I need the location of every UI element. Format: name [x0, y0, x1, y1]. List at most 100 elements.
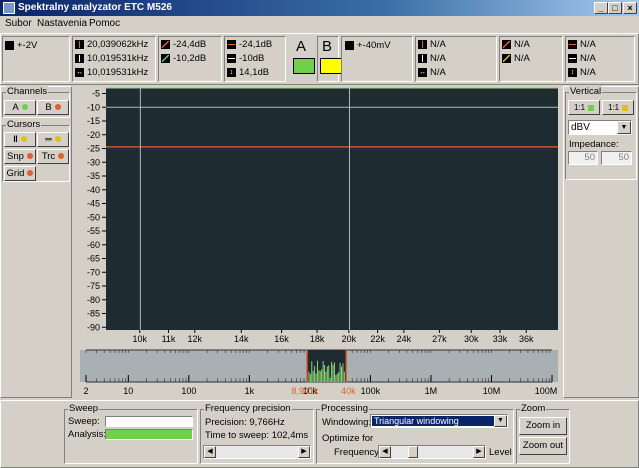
b-level-value-1: N/A	[580, 39, 596, 50]
y-tick-label: -80	[87, 295, 100, 305]
zoom-title: Zoom	[520, 403, 547, 414]
y-tick-label: -5	[92, 89, 100, 99]
b-freq-value-2: N/A	[430, 53, 446, 64]
trace-label: Trc	[41, 151, 56, 162]
plot-area	[106, 88, 558, 330]
spectrum-chart[interactable]: -5 -10 -15 -20 -25 -30 -35 -40 -45 -50 -55 -60 -65 -7…	[74, 86, 562, 344]
vertical-delta-icon: ↕	[227, 67, 236, 77]
precision-value: Precision: 9,766Hz	[205, 417, 285, 428]
b-freq-row-1: N/A	[418, 39, 446, 50]
cursor-marker-icon	[75, 53, 84, 63]
vertical-title: Vertical	[569, 86, 603, 97]
y-tick-label: -30	[87, 157, 100, 167]
sweep-label: Sweep:	[68, 416, 100, 427]
channel-b-toggle-label: B	[45, 102, 52, 113]
vertical-delta-icon: ↕	[568, 67, 577, 77]
channel-a-toggle[interactable]: A	[4, 100, 36, 115]
led-icon	[27, 170, 34, 177]
freq-row-3: ↔ 10,019531kHz	[75, 67, 148, 78]
level-row-3: ↕ 14,1dB	[227, 67, 269, 78]
impedance-a-field[interactable]: 50	[568, 151, 598, 165]
x-tick-label: 24k	[397, 334, 412, 344]
vertical-scale-a-button[interactable]: 1:1	[568, 100, 600, 115]
y-tick-label: -25	[87, 144, 100, 154]
b-level-row-2: N/A	[568, 53, 596, 64]
level-row-1: -24,1dB	[227, 39, 272, 50]
b-level-row-3: ↕ N/A	[568, 67, 596, 78]
grid-button[interactable]: Grid	[4, 166, 36, 181]
level-label: Level	[489, 447, 512, 458]
sweep-title: Sweep	[68, 403, 100, 414]
optimize-slider[interactable]	[378, 445, 486, 459]
level-value-2: -10dB	[239, 53, 265, 64]
vertical-scale-b-label: 1:1	[607, 103, 620, 112]
y-tick-label: -85	[87, 309, 100, 319]
freq-row-2: 10,019531kHz	[75, 53, 148, 64]
led-icon	[54, 136, 61, 143]
frequency-overview[interactable]: 2 10 100 1k 10k 100k 1M 10M 100M8,941k 40k	[74, 344, 562, 400]
y-tick-label: -20	[87, 130, 100, 140]
channel-a-color-swatch[interactable]	[293, 58, 315, 74]
optimize-slider-thumb[interactable]	[408, 446, 418, 458]
square-icon	[345, 40, 354, 50]
ch-a-offset-value: +-2V	[17, 40, 38, 51]
unit-select-value: dBV	[571, 122, 590, 133]
close-button[interactable]: ×	[623, 2, 637, 14]
impedance-b-field[interactable]: 50	[601, 151, 632, 165]
horizontal-bars-icon: ═	[45, 134, 52, 145]
vertical-scale-b-button[interactable]: 1:1	[602, 100, 634, 115]
grid-label: Grid	[6, 168, 25, 179]
minimize-button[interactable]: _	[594, 2, 608, 14]
chevron-left-icon[interactable]: ◀	[379, 446, 391, 458]
ch-b-offset: +-40mV	[345, 40, 391, 51]
analysis-progress	[105, 429, 193, 440]
y-tick-label: -65	[87, 254, 100, 264]
horizontal-cursor-button[interactable]: ═	[37, 132, 69, 147]
x-tick-label: 14k	[234, 334, 249, 344]
vertical-cursor-button[interactable]: ‖	[4, 132, 36, 147]
b-cursor-value-1: N/A	[514, 39, 530, 50]
cursor-db-2: -10,2dB	[173, 53, 207, 64]
menu-nastavenia[interactable]: Nastavenia	[37, 18, 87, 29]
trace-button[interactable]: Trc	[37, 149, 69, 164]
chevron-right-icon[interactable]: ▶	[298, 446, 310, 458]
y-tick-label: -40	[87, 185, 100, 195]
channel-b-toggle[interactable]: B	[37, 100, 69, 115]
chevron-down-icon[interactable]: ▼	[494, 415, 507, 427]
b-cursor-value-2: N/A	[514, 53, 530, 64]
channel-a-label: A	[296, 38, 307, 55]
x-tick-label: 20k	[342, 334, 357, 344]
led-icon	[20, 136, 27, 143]
cursor-db-row-2: -10,2dB	[161, 53, 206, 64]
led-icon	[622, 104, 629, 111]
precision-slider[interactable]	[203, 445, 311, 459]
b-cursor-row-2: N/A	[502, 53, 530, 64]
led-icon	[58, 153, 65, 160]
maximize-button[interactable]: □	[608, 2, 622, 14]
app-icon	[3, 2, 15, 14]
windowing-label: Windowing:	[322, 417, 372, 428]
menu-pomoc[interactable]: Pomoc	[89, 18, 120, 29]
menu-subor[interactable]: Subor	[5, 18, 32, 29]
vertical-scale-a-label: 1:1	[573, 103, 586, 112]
y-tick-label: -15	[87, 116, 100, 126]
level-marker-icon	[568, 53, 577, 63]
x-tick-label: 11k	[162, 334, 176, 344]
range-end-label: 40k	[341, 386, 356, 396]
b-level-row-1: N/A	[568, 39, 596, 50]
b-level-value-3: N/A	[580, 67, 596, 78]
y-tick-label: -50	[87, 212, 100, 222]
overview-tick-label: 100k	[361, 386, 381, 396]
processing-title: Processing	[320, 403, 369, 414]
x-tick-label: 16k	[274, 334, 289, 344]
cursor-marker-icon	[75, 39, 84, 49]
overview-tick-label: 100	[181, 386, 196, 396]
channel-b-color-swatch[interactable]	[320, 58, 342, 74]
snapshot-button[interactable]: Snp	[4, 149, 36, 164]
zoom-in-button[interactable]: Zoom in	[519, 417, 567, 435]
zoom-out-button[interactable]: Zoom out	[519, 437, 567, 455]
chevron-down-icon[interactable]: ▼	[617, 121, 631, 134]
chevron-left-icon[interactable]: ◀	[204, 446, 216, 458]
level-marker-icon	[227, 39, 236, 49]
chevron-right-icon[interactable]: ▶	[473, 446, 485, 458]
